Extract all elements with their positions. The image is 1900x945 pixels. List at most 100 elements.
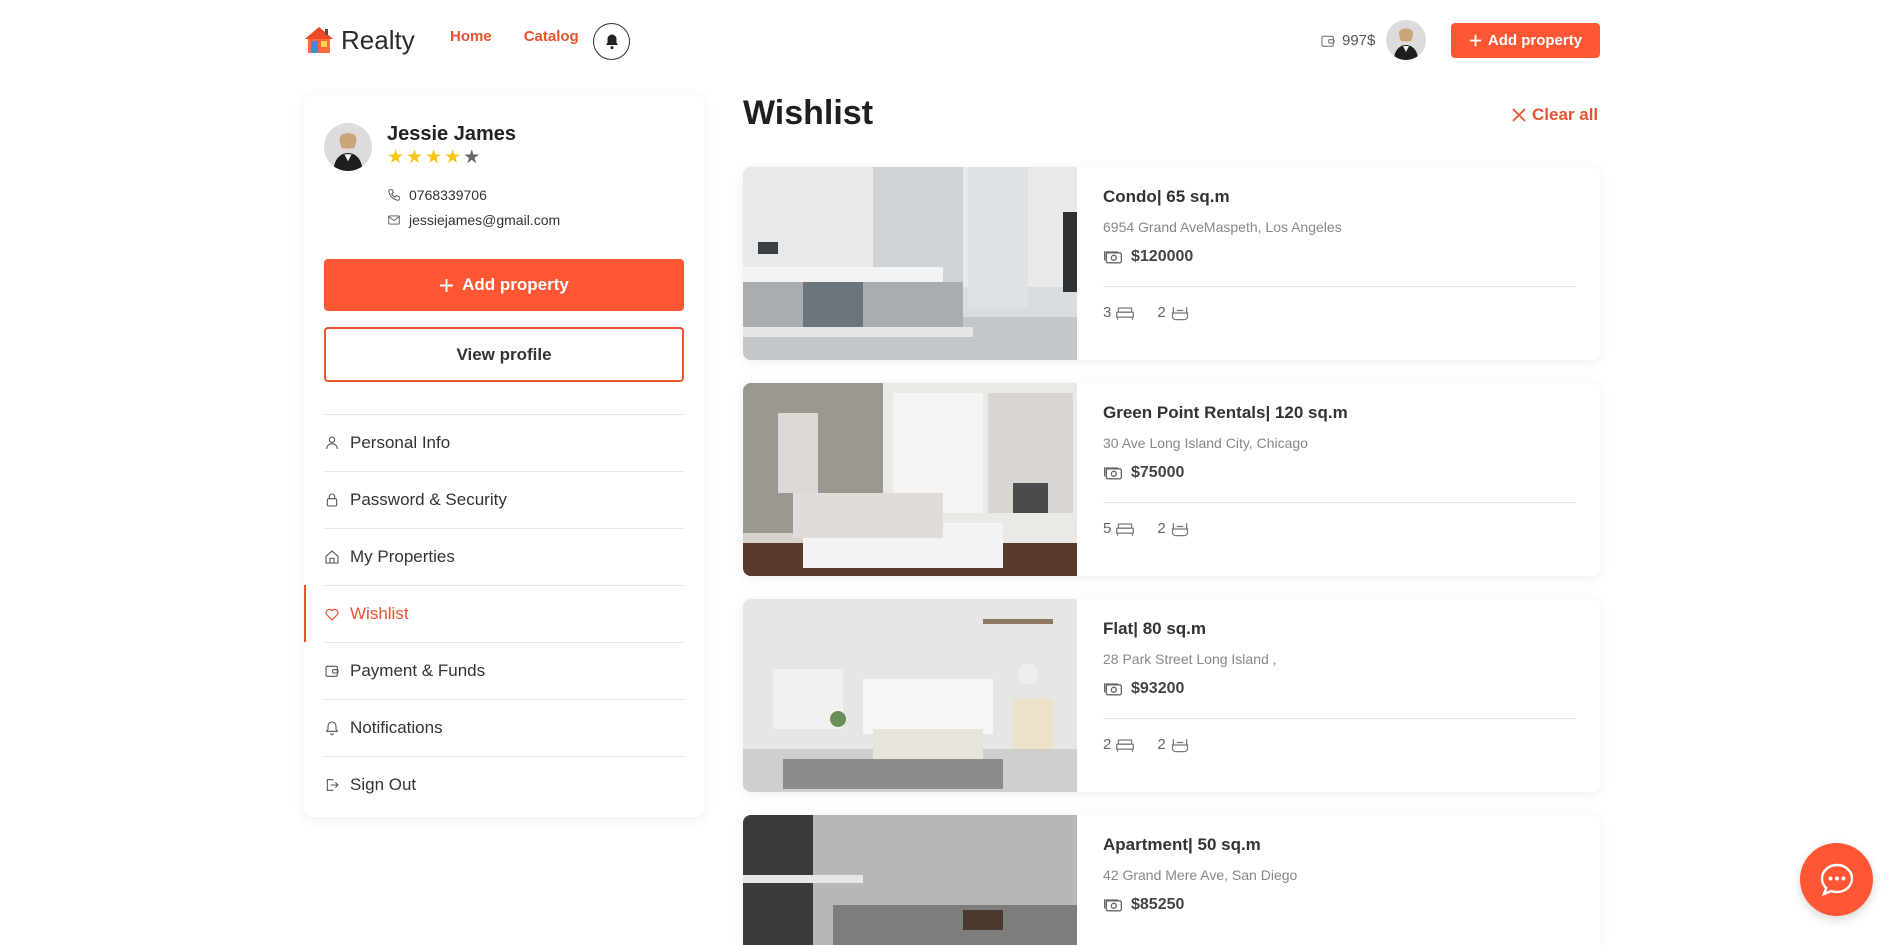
bathrooms: 2: [1157, 736, 1189, 753]
add-property-button[interactable]: Add property: [324, 259, 684, 311]
sidebar-item-wishlist[interactable]: Wishlist: [304, 585, 704, 642]
avatar-image: [1386, 20, 1426, 60]
sidebar-item-my-properties[interactable]: My Properties: [304, 528, 704, 585]
view-profile-button[interactable]: View profile: [324, 327, 684, 382]
bath-icon: [1171, 306, 1188, 320]
price-value: $75000: [1131, 464, 1185, 481]
profile-phone: 0768339706: [387, 187, 487, 203]
balance-amount: 997$: [1342, 32, 1376, 49]
profile-avatar: [324, 123, 372, 171]
bed-icon: [1116, 306, 1135, 320]
property-features: 5 2: [1103, 520, 1190, 537]
price-value: $120000: [1131, 248, 1194, 265]
profile-sidebar: Jessie James ★ ★ ★ ★ ★ 0768339706 jessiejame…: [304, 95, 704, 817]
bathrooms: 2: [1157, 304, 1189, 321]
property-image[interactable]: [743, 815, 1077, 945]
bed-icon: [1116, 522, 1135, 536]
property-features: 2 2: [1103, 736, 1190, 753]
bathrooms-count: 2: [1157, 304, 1166, 321]
bath-icon: [1171, 522, 1188, 536]
bedrooms: 2: [1103, 736, 1135, 753]
heart-icon: [324, 606, 340, 622]
star-icon: ★: [406, 147, 424, 168]
user-icon: [324, 435, 340, 451]
wallet-icon: [324, 663, 340, 679]
mail-icon: [388, 215, 400, 225]
bell-icon: [324, 720, 340, 736]
sign-out-icon: [324, 777, 340, 793]
bathrooms: 2: [1157, 520, 1189, 537]
sidebar-item-label: Personal Info: [350, 432, 451, 452]
main-nav: Home Catalog: [450, 28, 579, 45]
money-icon: [1104, 467, 1122, 480]
nav-catalog-link[interactable]: Catalog: [524, 28, 579, 45]
house-logo-icon: [305, 27, 333, 53]
sidebar-item-password-security[interactable]: Password & Security: [304, 471, 704, 528]
top-header: Realty Home Catalog 997$ Add property: [0, 0, 1900, 80]
profile-name: Jessie James: [387, 123, 517, 145]
money-icon: [1104, 683, 1122, 696]
star-icon: ★: [444, 147, 462, 168]
star-icon: ★: [425, 147, 443, 168]
divider: [1103, 718, 1575, 719]
bedrooms: 3: [1103, 304, 1135, 321]
property-title[interactable]: Green Point Rentals| 120 sq.m: [1103, 403, 1348, 423]
rating-stars: ★ ★ ★ ★ ★: [387, 148, 480, 167]
property-address: 6954 Grand AveMaspeth, Los Angeles: [1103, 219, 1342, 235]
plus-icon: [1469, 34, 1481, 47]
property-address: 28 Park Street Long Island ,: [1103, 651, 1277, 667]
property-image[interactable]: [743, 167, 1077, 360]
user-avatar[interactable]: [1386, 20, 1426, 60]
sidebar-item-payment-funds[interactable]: Payment & Funds: [304, 642, 704, 699]
wishlist-property-card[interactable]: Green Point Rentals| 120 sq.m 30 Ave Lon…: [743, 383, 1600, 576]
lock-icon: [324, 492, 340, 508]
chat-icon: [1820, 863, 1853, 896]
wishlist-property-card[interactable]: Apartment| 50 sq.m 42 Grand Mere Ave, Sa…: [743, 815, 1600, 945]
property-price: $93200: [1103, 680, 1184, 698]
bathrooms-count: 2: [1157, 520, 1166, 537]
phone-icon: [388, 189, 400, 201]
property-title[interactable]: Condo| 65 sq.m: [1103, 187, 1230, 207]
divider: [1103, 286, 1575, 287]
bed-icon: [1116, 738, 1135, 752]
property-title[interactable]: Apartment| 50 sq.m: [1103, 835, 1261, 855]
divider: [1103, 502, 1575, 503]
logo[interactable]: Realty: [303, 24, 415, 56]
sidebar-item-notifications[interactable]: Notifications: [304, 699, 704, 756]
bell-icon: [605, 34, 618, 49]
property-features: 3 2: [1103, 304, 1190, 321]
bedrooms: 5: [1103, 520, 1135, 537]
page-title: Wishlist: [743, 94, 874, 132]
sidebar-item-label: My Properties: [350, 546, 455, 566]
property-address: 42 Grand Mere Ave, San Diego: [1103, 867, 1298, 883]
avatar-image: [324, 123, 372, 171]
bedrooms-count: 3: [1103, 304, 1112, 321]
property-image[interactable]: [743, 599, 1077, 792]
sidebar-item-sign-out[interactable]: Sign Out: [304, 756, 704, 813]
property-price: $85250: [1103, 896, 1184, 914]
property-price: $120000: [1103, 248, 1193, 266]
chat-button[interactable]: [1800, 843, 1873, 916]
home-icon: [324, 549, 340, 565]
price-value: $85250: [1131, 896, 1185, 913]
bathrooms-count: 2: [1157, 736, 1166, 753]
star-icon: ★: [463, 147, 481, 168]
wishlist-property-card[interactable]: Flat| 80 sq.m 28 Park Street Long Island…: [743, 599, 1600, 792]
notifications-button[interactable]: [593, 23, 630, 60]
property-title[interactable]: Flat| 80 sq.m: [1103, 619, 1206, 639]
header-add-property-button[interactable]: Add property: [1451, 23, 1600, 58]
balance: 997$: [1320, 32, 1375, 49]
money-icon: [1104, 899, 1122, 912]
sidebar-menu: Personal Info Password & Security My Pro…: [304, 414, 704, 813]
wallet-icon: [1321, 35, 1335, 47]
email-text: jessiejames@gmail.com: [409, 212, 561, 228]
sidebar-item-label: Wishlist: [350, 603, 409, 623]
sidebar-item-label: Sign Out: [350, 774, 417, 794]
property-address: 30 Ave Long Island City, Chicago: [1103, 435, 1308, 451]
price-value: $93200: [1131, 680, 1185, 697]
wishlist-property-card[interactable]: Condo| 65 sq.m 6954 Grand AveMaspeth, Lo…: [743, 167, 1600, 360]
property-image[interactable]: [743, 383, 1077, 576]
nav-home-link[interactable]: Home: [450, 28, 492, 45]
sidebar-item-personal-info[interactable]: Personal Info: [304, 414, 704, 471]
clear-all-button[interactable]: Clear all: [1512, 105, 1598, 125]
